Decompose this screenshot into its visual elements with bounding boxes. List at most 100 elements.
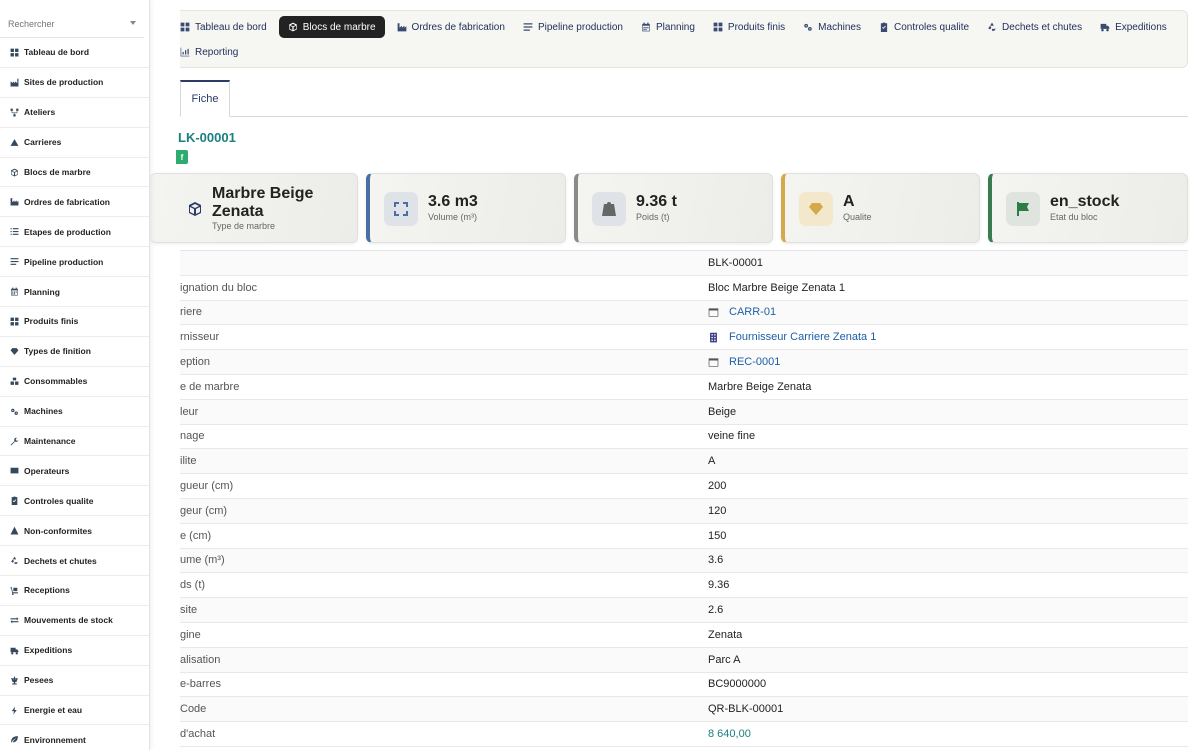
sidebar-item-consommables[interactable]: Consommables	[0, 367, 149, 397]
detail-row: e-barres BC9000000	[180, 673, 1188, 698]
chart-icon	[180, 47, 195, 57]
detail-label: nage	[180, 430, 205, 443]
detail-label: gueur (cm)	[180, 480, 234, 493]
detail-value: 9.36	[708, 579, 730, 592]
sidebar-item-expeditions[interactable]: Expeditions	[0, 636, 149, 666]
recycle-icon	[987, 22, 1002, 32]
detail-label: leur	[180, 405, 199, 418]
nav-item-reporting[interactable]: Reporting	[171, 41, 247, 63]
sidebar-item-sites-de-production[interactable]: Sites de production	[0, 68, 149, 98]
sidebar-item-etapes-de-production[interactable]: Etapes de production	[0, 217, 149, 248]
sidebar-item-mouvements-de-stock[interactable]: Mouvements de stock	[0, 606, 149, 636]
detail-row: e de marbre Marbre Beige Zenata	[180, 375, 1188, 400]
scale-icon	[9, 675, 19, 685]
sidebar-item-receptions[interactable]: Receptions	[0, 576, 149, 606]
nav-item-label: Tableau de bord	[195, 21, 267, 33]
nav-item-label: Ordres de fabrication	[411, 21, 505, 33]
sidebar-item-machines[interactable]: Machines	[0, 397, 149, 427]
tab-fiche[interactable]: Fiche	[180, 80, 230, 117]
detail-row: geur (cm) 120	[180, 498, 1188, 524]
sidebar-item-controles-qualite[interactable]: Controles qualite	[0, 486, 149, 517]
nav-item-pipeline-production[interactable]: Pipeline production	[514, 16, 632, 38]
sidebar-item-label: Carrieres	[24, 137, 62, 148]
kpi-card-qualite: A Qualite	[781, 173, 980, 243]
nav-item-ordres-de-fabrication[interactable]: Ordres de fabrication	[388, 16, 514, 38]
expand-icon	[384, 192, 418, 226]
detail-row: gueur (cm) 200	[180, 474, 1188, 499]
grid-icon	[9, 316, 19, 326]
sidebar-item-ordres-de-fabrication[interactable]: Ordres de fabrication	[0, 187, 149, 218]
gem-icon	[9, 346, 19, 356]
nav-item-planning[interactable]: Planning	[632, 16, 704, 38]
sidebar-item-planning[interactable]: Planning	[0, 277, 149, 308]
kpi-label: Type de marbre	[212, 221, 276, 231]
sidebar-item-energie-et-eau[interactable]: Energie et eau	[0, 696, 149, 726]
sidebar-item-label: Blocs de marbre	[24, 167, 91, 177]
recycle-icon	[9, 556, 19, 566]
sidebar-item-label: Etapes de production	[24, 226, 111, 237]
sidebar-item-blocs-de-marbre[interactable]: Blocs de marbre	[0, 158, 149, 188]
nav-item-label: Reporting	[195, 46, 239, 58]
sidebar-item-operateurs[interactable]: Operateurs	[0, 456, 149, 487]
sidebar-search[interactable]	[0, 0, 144, 38]
sidebar-item-maintenance[interactable]: Maintenance	[0, 427, 149, 457]
detail-label: rnisseur	[180, 331, 220, 344]
dolly-icon	[9, 585, 19, 595]
nav-item-controles-qualite[interactable]: Controles qualite	[870, 16, 978, 38]
clipboard-check-icon	[879, 22, 894, 32]
nav-item-tableau-de-bord[interactable]: Tableau de bord	[171, 16, 276, 38]
kpi-label: Qualite	[843, 212, 872, 222]
kpi-value: Marbre Beige Zenata	[212, 185, 314, 220]
nav-item-dechets-et-chutes[interactable]: Dechets et chutes	[978, 16, 1091, 38]
nav-item-machines[interactable]: Machines	[794, 16, 870, 38]
sidebar-item-label: Controles qualite	[24, 495, 94, 506]
search-input[interactable]	[8, 19, 140, 29]
sidebar-item-label: Pipeline production	[24, 256, 104, 267]
sidebar-item-pipeline-production[interactable]: Pipeline production	[0, 247, 149, 278]
nav-item-blocs-de-marbre[interactable]: Blocs de marbre	[278, 16, 385, 38]
sidebar-item-types-de-finition[interactable]: Types de finition	[0, 337, 149, 367]
id-card-icon	[9, 466, 19, 476]
sidebar-item-dechets-et-chutes[interactable]: Dechets et chutes	[0, 546, 149, 577]
kpi-value: 9.36 t	[636, 193, 677, 210]
leaf-icon	[9, 735, 19, 745]
sidebar-item-environnement[interactable]: Environnement	[0, 725, 149, 750]
flag-icon	[1006, 192, 1040, 226]
building-icon	[708, 332, 719, 343]
sidebar-item-carrieres[interactable]: Carrieres	[0, 128, 149, 158]
cube-icon	[288, 22, 303, 32]
detail-row: ilite A	[180, 449, 1188, 475]
gears-icon	[9, 406, 19, 416]
sidebar-item-non-conformites[interactable]: Non-conformites	[0, 516, 149, 547]
sidebar-item-produits-finis[interactable]: Produits finis	[0, 307, 149, 337]
detail-label: riere	[180, 306, 203, 319]
sidebar-item-ateliers[interactable]: Ateliers	[0, 98, 149, 128]
detail-row: nage veine fine	[180, 425, 1188, 450]
detail-table: BLK-00001 ignation du bloc Bloc Marbre Be…	[180, 250, 1188, 747]
detail-row: gine Zenata	[180, 623, 1188, 648]
detail-row: ume (m³) 3.6	[180, 548, 1188, 574]
record-code: LK-00001	[178, 130, 236, 145]
sidebar-item-tableau-de-bord[interactable]: Tableau de bord	[0, 38, 149, 68]
detail-value[interactable]: CARR-01	[708, 306, 776, 318]
sidebar-item-label: Receptions	[24, 585, 70, 596]
nav-item-expeditions[interactable]: Expeditions	[1091, 16, 1176, 38]
detail-value[interactable]: REC-0001	[708, 356, 780, 368]
detail-value: 2.6	[708, 604, 724, 617]
sidebar-item-label: Tableau de bord	[24, 47, 90, 58]
list-icon	[9, 227, 19, 237]
sidebar-item-label: Environnement	[24, 734, 86, 745]
detail-value: 3.6	[708, 554, 724, 567]
kpi-card-volume-m-: 3.6 m3 Volume (m³)	[366, 173, 566, 243]
nav-item-produits-finis[interactable]: Produits finis	[704, 16, 794, 38]
detail-value[interactable]: Fournisseur Carriere Zenata 1	[708, 331, 876, 343]
detail-row: e (cm) 150	[180, 524, 1188, 549]
detail-label: ume (m³)	[180, 554, 225, 567]
nav-item-label: Pipeline production	[537, 21, 623, 33]
chevron-down-icon[interactable]	[130, 21, 136, 25]
nav-item-label: Controles qualite	[893, 21, 970, 33]
nav-item-label: Dechets et chutes	[1002, 21, 1083, 33]
sidebar-item-pesees[interactable]: Pesees	[0, 666, 149, 696]
sidebar-item-label: Mouvements de stock	[24, 615, 113, 626]
detail-label: d'achat	[180, 728, 216, 741]
